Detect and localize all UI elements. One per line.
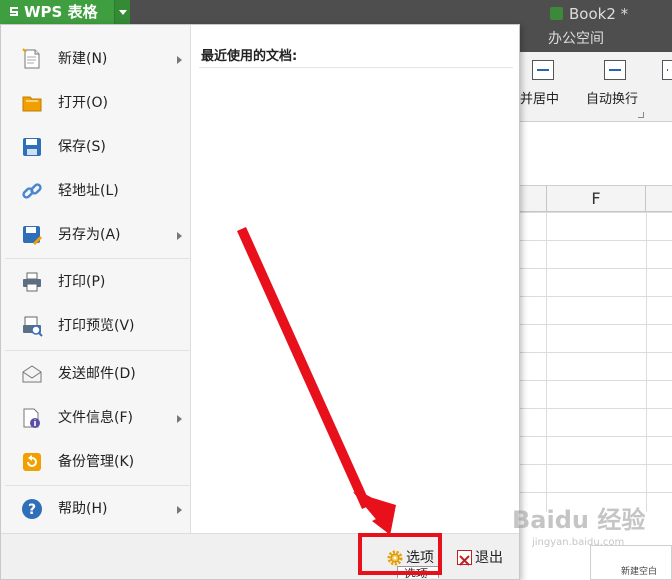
app-name: WPS 表格 <box>24 3 98 21</box>
menu-item-label: 轻地址(L) <box>58 183 119 199</box>
wps-logo-icon <box>8 1 20 16</box>
column-header-f[interactable]: F <box>546 186 646 212</box>
svg-text:?: ? <box>28 502 36 518</box>
mail-icon <box>21 363 43 385</box>
exit-button[interactable]: 退出 <box>457 546 513 570</box>
new-file-icon <box>21 48 43 70</box>
document-tab[interactable]: Book2 * <box>540 2 672 28</box>
menu-item-label: 另存为(A) <box>58 227 121 243</box>
sheet-grid[interactable] <box>520 212 672 512</box>
submenu-arrow-icon <box>177 56 182 64</box>
menu-item-label: 备份管理(K) <box>58 454 135 470</box>
file-info-icon <box>21 407 43 429</box>
backup-icon <box>21 451 43 473</box>
help-icon: ? <box>21 498 43 520</box>
menu-divider <box>5 350 191 351</box>
wrap-text-label[interactable]: 自动换行 <box>586 88 638 107</box>
menu-item-print-preview[interactable]: 打印预览(V) <box>5 307 191 345</box>
menu-item-label: 打开(O) <box>58 95 108 111</box>
menu-item-label: 打印(P) <box>58 274 106 290</box>
open-folder-icon <box>21 92 43 114</box>
save-icon <box>21 136 43 158</box>
ribbon-toolbar: 并居中 自动换行 <box>520 52 672 122</box>
print-preview-icon <box>21 315 43 337</box>
menu-item-light-address[interactable]: 轻地址(L) <box>5 172 191 210</box>
submenu-arrow-icon <box>177 506 182 514</box>
menu-item-open[interactable]: 打开(O) <box>5 84 191 122</box>
recent-documents-divider <box>199 67 513 68</box>
menu-item-send-mail[interactable]: 发送邮件(D) <box>5 355 191 393</box>
submenu-arrow-icon <box>177 232 182 240</box>
menu-item-label: 发送邮件(D) <box>58 366 136 382</box>
menu-item-backup[interactable]: 备份管理(K) <box>5 443 191 481</box>
wps-app-button[interactable]: WPS 表格 <box>0 0 130 24</box>
menu-item-label: 帮助(H) <box>58 501 108 517</box>
more-tools-icon[interactable] <box>662 60 672 80</box>
wrap-text-icon[interactable] <box>604 60 626 80</box>
menu-item-help[interactable]: ? 帮助(H) <box>5 490 191 528</box>
spreadsheet-icon <box>550 7 563 20</box>
menu-item-label: 新建(N) <box>58 51 108 67</box>
formula-bar[interactable] <box>520 122 672 186</box>
watermark-url: jingyan.baidu.com <box>532 537 625 548</box>
menu-item-label: 文件信息(F) <box>58 410 133 426</box>
menu-item-file-info[interactable]: 文件信息(F) <box>5 399 191 437</box>
watermark-text: Baidu 经验 <box>512 506 646 534</box>
baidu-watermark: Baidu 经验 jingyan.baidu.com <box>512 500 672 572</box>
exit-label: 退出 <box>475 550 503 566</box>
chevron-down-icon[interactable] <box>114 0 130 24</box>
tab-office-space[interactable]: 办公空间 <box>548 28 604 50</box>
merge-center-icon[interactable] <box>532 60 554 80</box>
save-as-icon <box>21 224 43 246</box>
close-icon <box>457 550 472 566</box>
menu-command-list: 新建(N) 打开(O) 保存(S) 轻地址(L) 另存为(A) 打印(P) 打印… <box>1 25 191 533</box>
document-tab-label: Book2 * <box>569 5 629 23</box>
print-icon <box>21 271 43 293</box>
menu-item-print[interactable]: 打印(P) <box>5 263 191 301</box>
menu-item-save[interactable]: 保存(S) <box>5 128 191 166</box>
menu-item-label: 保存(S) <box>58 139 106 155</box>
menu-divider <box>5 485 191 486</box>
recent-documents-title: 最近使用的文档: <box>201 49 298 64</box>
menu-item-label: 打印预览(V) <box>58 318 135 334</box>
column-header-row: F <box>520 186 672 212</box>
file-menu: 新建(N) 打开(O) 保存(S) 轻地址(L) 另存为(A) 打印(P) 打印… <box>0 24 520 580</box>
group-expander-icon[interactable] <box>638 112 644 118</box>
menu-item-new[interactable]: 新建(N) <box>5 40 191 78</box>
submenu-arrow-icon <box>177 415 182 423</box>
link-icon <box>21 180 43 202</box>
menu-divider <box>5 258 191 259</box>
menu-item-save-as[interactable]: 另存为(A) <box>5 216 191 254</box>
merge-center-label[interactable]: 并居中 <box>520 88 559 107</box>
highlight-box <box>358 533 442 575</box>
